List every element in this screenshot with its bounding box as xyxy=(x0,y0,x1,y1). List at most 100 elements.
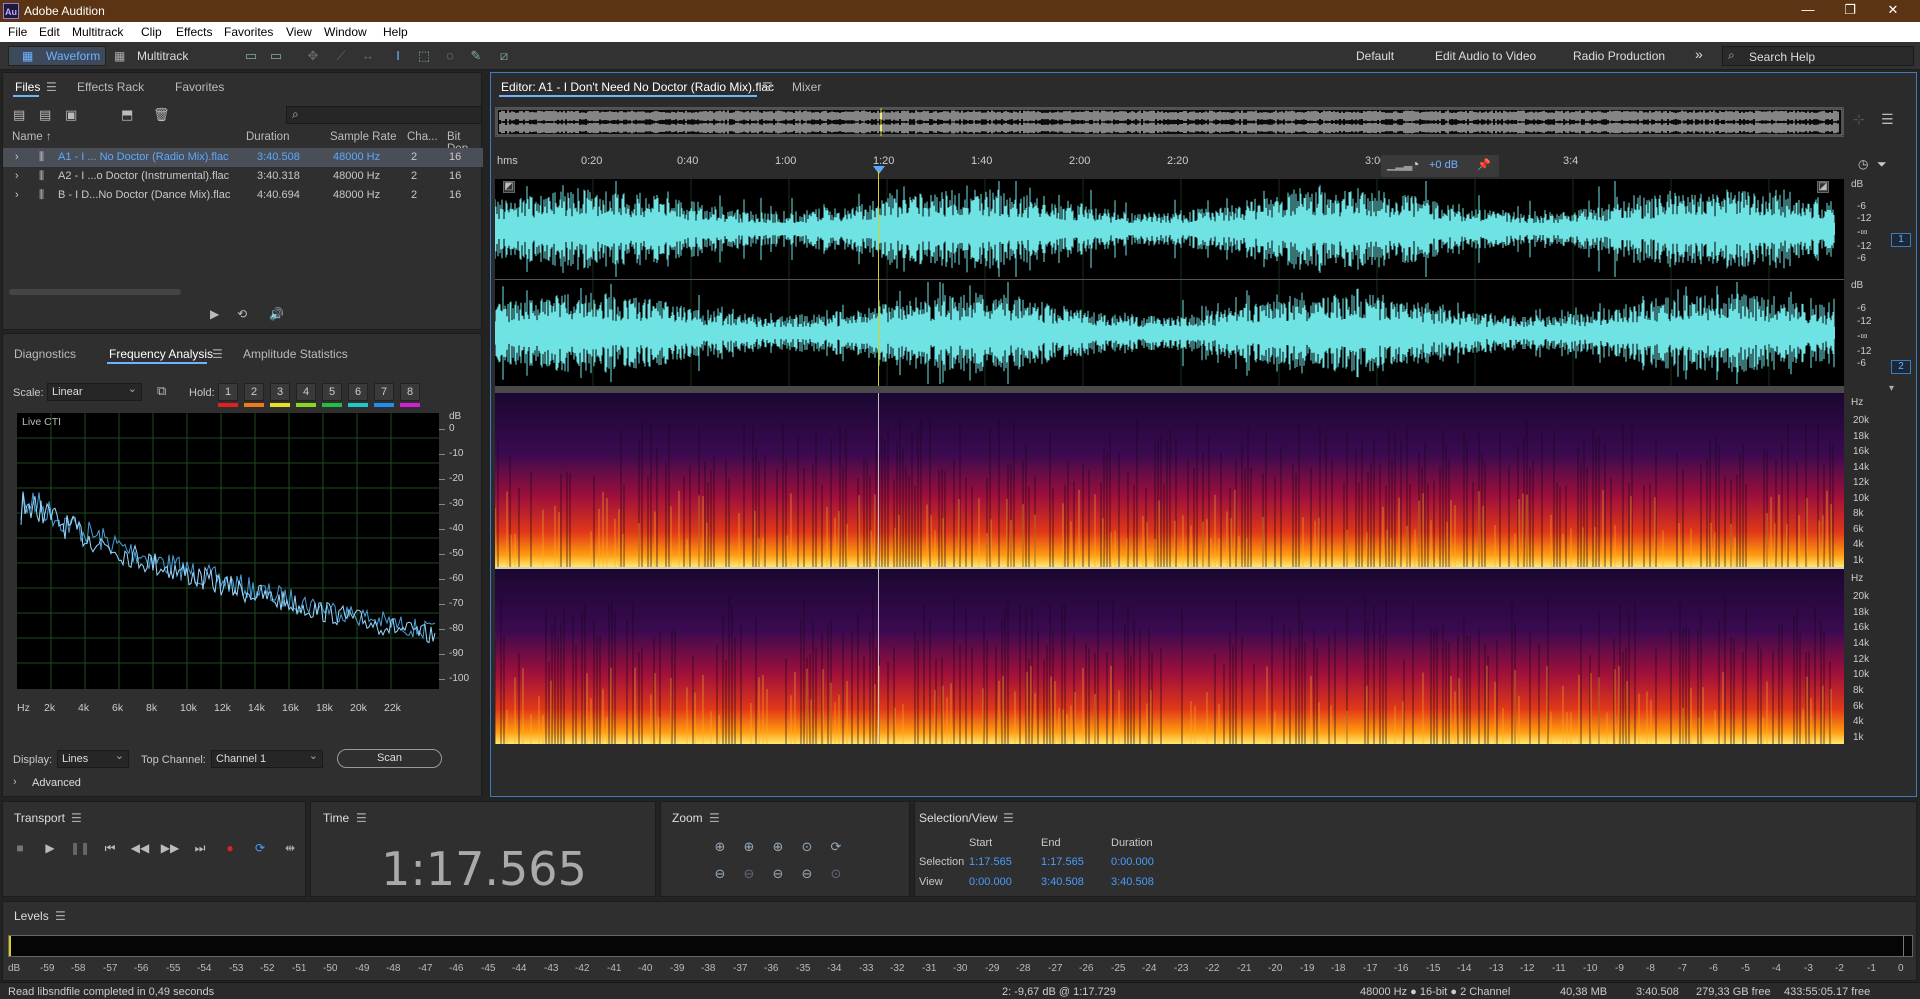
rewind-icon[interactable]: ◀◀ xyxy=(130,838,150,858)
spectrogram-channel-2[interactable] xyxy=(495,569,1844,744)
time-ruler[interactable]: hms0:200:401:001:201:402:002:203:003:203… xyxy=(495,155,1844,171)
zoom-out-frequency-icon[interactable]: ⊖ xyxy=(739,864,759,884)
zoom-out-amplitude-icon[interactable]: ⊖ xyxy=(710,864,730,884)
razor-tool-icon[interactable]: ⟋ xyxy=(333,48,349,64)
workspace-default[interactable]: Default xyxy=(1356,49,1394,63)
display-dropdown[interactable]: Lines xyxy=(57,748,129,768)
search-help-placeholder[interactable]: Search Help xyxy=(1749,50,1815,64)
scan-button[interactable]: Scan xyxy=(337,749,442,768)
close-button[interactable]: ✕ xyxy=(1881,2,1905,20)
tab-mixer[interactable]: Mixer xyxy=(792,80,821,94)
zoom-in-corner-icon[interactable]: ◩ xyxy=(503,181,515,193)
menu-edit[interactable]: Edit xyxy=(39,25,60,39)
marquee-tool-icon[interactable]: ⬚ xyxy=(416,48,432,64)
spectral-view-icon[interactable]: ▭ xyxy=(243,48,259,64)
stop-icon[interactable]: ■ xyxy=(10,838,30,858)
analysis-menu-icon[interactable]: ☰ xyxy=(212,347,223,361)
waveform-channel-1[interactable] xyxy=(495,179,1844,279)
time-menu-icon[interactable]: ☰ xyxy=(356,811,367,825)
pause-icon[interactable]: ❚❚ xyxy=(70,838,90,858)
tab-amplitude-statistics[interactable]: Amplitude Statistics xyxy=(243,347,348,361)
levels-menu-icon[interactable]: ☰ xyxy=(55,909,66,923)
hold-button-3[interactable]: 3 xyxy=(270,383,290,401)
play-icon[interactable]: ▶ xyxy=(40,838,60,858)
view-start[interactable]: 0:00.000 xyxy=(969,876,1012,888)
channel-2-enable[interactable]: 2 xyxy=(1891,360,1911,374)
menu-file[interactable]: File xyxy=(8,25,27,39)
more-workspaces-button[interactable]: » xyxy=(1695,46,1703,62)
zoom-out-time-icon[interactable]: ⊖ xyxy=(768,864,788,884)
spot-healing-icon[interactable]: ⧄ xyxy=(496,48,512,64)
move-tool-icon[interactable]: ✥ xyxy=(305,48,321,64)
zoom-menu-icon[interactable]: ☰ xyxy=(709,811,720,825)
menu-effects[interactable]: Effects xyxy=(176,25,212,39)
file-row[interactable]: › ⫼ A1 - I ... No Doctor (Radio Mix).fla… xyxy=(3,148,483,167)
hold-button-6[interactable]: 6 xyxy=(348,383,368,401)
time-selection-tool-icon[interactable]: I xyxy=(390,48,406,64)
time-display[interactable]: 1:17.565 xyxy=(311,842,657,896)
tab-effects-rack[interactable]: Effects Rack xyxy=(77,80,144,94)
marker-icon[interactable]: ⏷ xyxy=(1877,157,1887,172)
volume-knob-icon[interactable]: ◔ xyxy=(1411,156,1419,172)
transport-menu-icon[interactable]: ☰ xyxy=(71,811,82,825)
zoom-reset-icon[interactable]: ⊹ xyxy=(1853,111,1865,128)
spectral-pitch-icon[interactable]: ▭ xyxy=(268,48,284,64)
menu-clip[interactable]: Clip xyxy=(141,25,162,39)
tab-editor[interactable]: Editor: A1 - I Don't Need No Doctor (Rad… xyxy=(501,80,774,94)
menu-multitrack[interactable]: Multitrack xyxy=(72,25,123,39)
file-row[interactable]: › ⫼ B - I D...No Doctor (Dance Mix).flac… xyxy=(3,186,483,205)
tab-favorites[interactable]: Favorites xyxy=(175,80,224,94)
top-channel-dropdown[interactable]: Channel 1 xyxy=(211,748,323,768)
playhead-marker[interactable] xyxy=(873,166,885,174)
zoom-selection-icon[interactable]: ⊙ xyxy=(797,837,817,857)
menu-view[interactable]: View xyxy=(286,25,312,39)
go-to-end-icon[interactable]: ⏭ xyxy=(190,838,210,858)
menu-window[interactable]: Window xyxy=(324,25,367,39)
insert-multitrack-icon[interactable]: ⬒ xyxy=(121,107,133,123)
tab-files[interactable]: Files xyxy=(15,80,40,94)
scale-dropdown[interactable]: Linear xyxy=(47,381,142,401)
zoom-in-frequency-icon[interactable]: ⊕ xyxy=(768,837,788,857)
play-preview-icon[interactable]: ▶ xyxy=(210,307,219,321)
slip-tool-icon[interactable]: ↔ xyxy=(360,48,376,64)
zoom-out-corner-icon[interactable]: ◪ xyxy=(1817,181,1829,193)
selection-end[interactable]: 1:17.565 xyxy=(1041,856,1084,868)
col-duration[interactable]: Duration xyxy=(246,131,289,143)
tab-frequency-analysis[interactable]: Frequency Analysis xyxy=(109,347,213,361)
zoom-to-playhead-icon[interactable]: ⊙ xyxy=(826,864,846,884)
files-horizontal-scrollbar[interactable] xyxy=(9,289,181,295)
minimize-button[interactable]: — xyxy=(1796,2,1820,20)
col-name[interactable]: Name ↑ xyxy=(12,131,52,143)
expand-icon[interactable]: › xyxy=(15,151,19,163)
overview-navigator[interactable] xyxy=(495,107,1844,137)
skip-selection-icon[interactable]: ⇹ xyxy=(280,838,300,858)
import-file-icon[interactable]: ▤ xyxy=(39,107,51,123)
zoom-in-time-icon[interactable]: ⊕ xyxy=(739,837,759,857)
multitrack-button[interactable]: Multitrack xyxy=(137,47,188,65)
files-search-input[interactable]: ⌕ xyxy=(286,106,482,124)
zoom-reset-panel-icon[interactable]: ⟳ xyxy=(826,837,846,857)
hold-button-4[interactable]: 4 xyxy=(296,383,316,401)
workspace-radio-production[interactable]: Radio Production xyxy=(1573,49,1665,63)
maximize-button[interactable]: ❐ xyxy=(1838,2,1862,20)
autoplay-icon[interactable]: 🔊 xyxy=(269,307,284,321)
hud-volume-value[interactable]: +0 dB xyxy=(1429,159,1458,171)
hold-button-2[interactable]: 2 xyxy=(244,383,264,401)
files-menu-icon[interactable]: ☰ xyxy=(46,80,57,94)
menu-favorites[interactable]: Favorites xyxy=(224,25,273,39)
zoom-in-amplitude-icon[interactable]: ⊕ xyxy=(710,837,730,857)
copy-graph-icon[interactable]: ⧉ xyxy=(157,383,166,399)
selection-duration[interactable]: 0:00.000 xyxy=(1111,856,1154,868)
view-duration[interactable]: 3:40.508 xyxy=(1111,876,1154,888)
search-help-box[interactable]: ⌕ Search Help xyxy=(1722,46,1914,66)
expand-icon[interactable]: › xyxy=(15,170,19,182)
workspace-edit-audio-to-video[interactable]: Edit Audio to Video xyxy=(1435,49,1536,63)
menu-help[interactable]: Help xyxy=(383,25,408,39)
hud-pin-icon[interactable]: 📌 xyxy=(1477,158,1491,171)
hold-button-7[interactable]: 7 xyxy=(374,383,394,401)
lasso-tool-icon[interactable]: ◌ xyxy=(442,48,458,64)
delete-icon[interactable]: 🗑 xyxy=(153,107,170,123)
channel-1-enable[interactable]: 1 xyxy=(1891,233,1911,247)
record-icon[interactable]: ● xyxy=(220,838,240,858)
tab-diagnostics[interactable]: Diagnostics xyxy=(14,347,76,361)
